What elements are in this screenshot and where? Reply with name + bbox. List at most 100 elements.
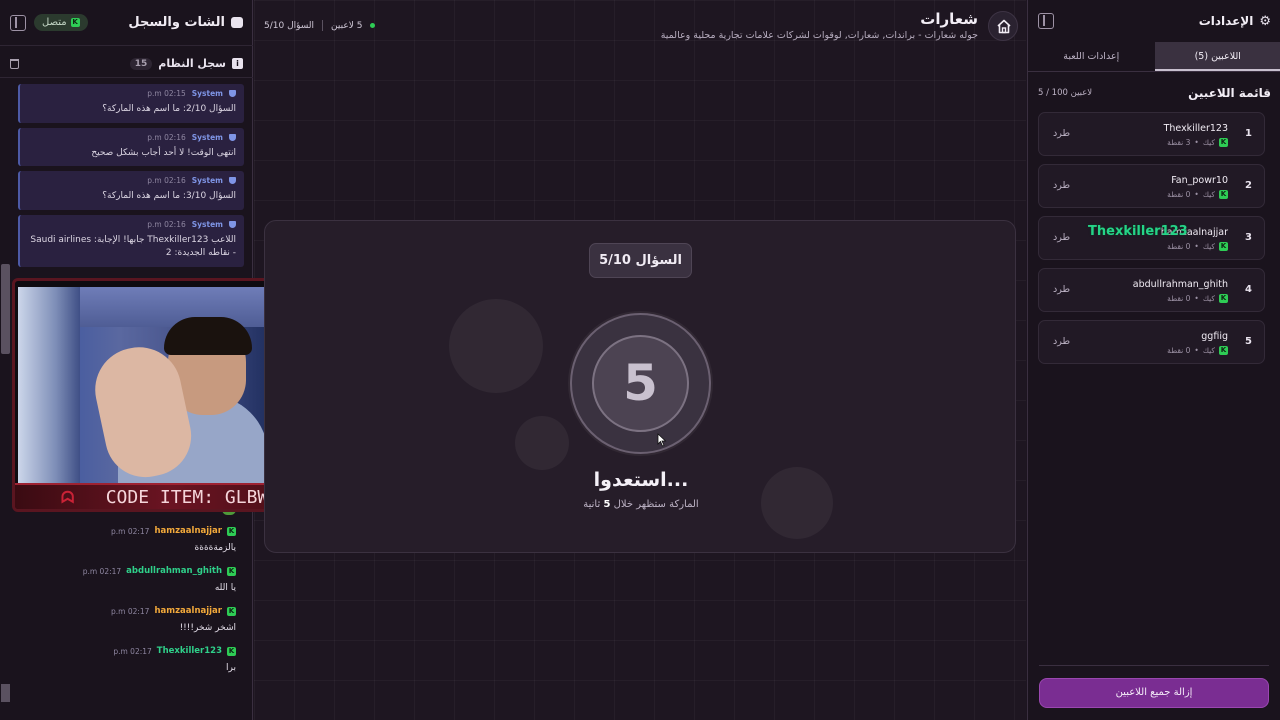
ready-subtitle: الماركة ستظهر خلال 5 ثانية <box>265 499 1015 510</box>
chat-message: Khamzaalnajjar 02:17 p.m اشخر شخر!!!! <box>18 606 244 633</box>
kick-player-button[interactable]: طرد <box>1053 232 1070 243</box>
trash-icon[interactable] <box>10 58 19 69</box>
player-platform: كيك <box>1202 138 1215 147</box>
kick-icon: K <box>1219 294 1228 303</box>
chat-header: الشات والسجل K متصل <box>0 0 253 46</box>
players-list-header: قائمة اللاعبين 5 / 100 لاعبين <box>1038 86 1271 100</box>
player-list: 1 Thexkiller123 K كيك • 3 نقطة طرد 2 Fan_po… <box>1038 112 1265 372</box>
system-log-title: سجل النظام <box>158 57 226 70</box>
chat-username[interactable]: Thexkiller123 <box>157 646 222 656</box>
chat-username[interactable]: abdullrahman_ghith <box>126 566 222 576</box>
tab-players[interactable]: اللاعبين (5) <box>1154 42 1280 71</box>
player-points: 0 نقطة <box>1167 190 1191 199</box>
chat-message-text: برا <box>226 663 236 673</box>
chat-title-text: الشات والسجل <box>128 15 225 30</box>
question-label: السؤال 5/10 <box>589 243 692 278</box>
player-rank: 4 <box>1245 284 1252 295</box>
header-stats: 5 لاعبين السؤال 5/10 <box>264 20 376 31</box>
kick-icon: K <box>1219 242 1228 251</box>
shield-icon <box>229 177 236 184</box>
kick-icon: K <box>1219 346 1228 355</box>
online-dot-icon <box>370 23 376 28</box>
kick-player-button[interactable]: طرد <box>1053 128 1070 139</box>
system-sender: System <box>191 89 223 98</box>
system-log-list: System 02:15 p.m السؤال 2/10: ما اسم هذه … <box>18 84 244 278</box>
chat-scrollbar[interactable] <box>0 84 12 702</box>
ready-title: استعدوا... <box>593 469 689 491</box>
message-time: 02:17 p.m <box>111 526 150 536</box>
system-log-bar[interactable]: i سجل النظام 15 <box>0 50 253 78</box>
info-icon: i <box>232 58 243 69</box>
mouse-cursor-icon <box>657 433 667 447</box>
chat-username[interactable]: hamzaalnajjar <box>154 606 222 616</box>
countdown-number: 5 <box>592 335 689 432</box>
player-platform: كيك <box>1202 190 1215 199</box>
message-time: 02:15 p.m <box>147 89 186 98</box>
player-row: 1 Thexkiller123 K كيك • 3 نقطة طرد <box>1038 112 1265 156</box>
system-log-text: السؤال 3/10: ما اسم هذه الماركة؟ <box>102 191 236 201</box>
home-icon <box>997 19 1011 34</box>
system-log-text: اللاعب Thexkiller123 جابها! الإجابة: Sau… <box>30 234 236 259</box>
kick-player-button[interactable]: طرد <box>1053 336 1070 347</box>
player-name: ggfiig <box>1201 331 1228 342</box>
kick-player-button[interactable]: طرد <box>1053 284 1070 295</box>
message-time: 02:17 p.m <box>82 566 122 576</box>
player-points: 0 نقطة <box>1167 346 1191 355</box>
message-time: 02:16 p.m <box>147 132 186 142</box>
player-platform: كيك <box>1202 242 1215 251</box>
player-row: 5 ggfiig K كيك • 0 نقطة طرد <box>1038 320 1265 364</box>
ready-sub-seconds: 5 <box>603 499 611 510</box>
player-meta: K كيك • 3 نقطة <box>1167 138 1228 147</box>
kick-icon: K <box>227 566 236 576</box>
question-progress: السؤال 5/10 <box>264 20 315 31</box>
kick-icon: K <box>1219 138 1228 147</box>
system-log-item: System 02:15 p.m السؤال 2/10: ما اسم هذه … <box>18 84 244 123</box>
player-rank: 5 <box>1245 336 1252 347</box>
kick-icon: K <box>227 526 236 536</box>
game-title: شعارات <box>920 10 978 28</box>
gear-icon: ⚙ <box>1259 13 1271 29</box>
chat-message: Kabdullrahman_ghith 02:17 p.m يا الله <box>18 566 244 593</box>
collapse-settings-button[interactable] <box>1038 13 1054 29</box>
chat-message-text: يالزمةةةةة <box>194 543 236 553</box>
system-log-text: السؤال 2/10: ما اسم هذه الماركة؟ <box>102 104 236 114</box>
message-time: 02:17 p.m <box>113 646 152 656</box>
kick-player-button[interactable]: طرد <box>1053 180 1070 191</box>
chat-title: الشات والسجل <box>128 15 243 30</box>
player-points: 3 نقطة <box>1167 138 1191 147</box>
system-log-item: System 02:16 p.m السؤال 3/10: ما اسم هذه … <box>18 171 244 210</box>
ready-sub-text: الماركة ستظهر خلال <box>613 499 699 510</box>
home-button[interactable] <box>988 11 1018 41</box>
floating-player-name: Thexkiller123 <box>1088 224 1188 239</box>
player-rank: 3 <box>1245 232 1252 243</box>
settings-header: ⚙ الإعدادات <box>1028 0 1280 42</box>
player-platform: كيك <box>1202 294 1215 303</box>
settings-panel: ⚙ الإعدادات اللاعبين (5) إعدادات اللعبة … <box>1027 0 1280 720</box>
player-points: 0 نقطة <box>1167 294 1191 303</box>
system-sender: System <box>191 176 223 185</box>
players-count: 5 / 100 لاعبين <box>1038 88 1093 98</box>
remove-all-players-button[interactable]: إزالة جميع اللاعبين <box>1039 678 1269 708</box>
shield-icon <box>229 90 236 97</box>
ready-sub-unit: ثانية <box>583 499 601 510</box>
player-rank: 1 <box>1245 128 1252 139</box>
message-time: 02:17 p.m <box>111 606 150 616</box>
player-name: abdullrahman_ghith <box>1132 279 1228 290</box>
player-rank: 2 <box>1245 180 1252 191</box>
settings-title: الإعدادات <box>1198 14 1254 28</box>
tab-game-settings[interactable]: إعدادات اللعبة <box>1028 42 1155 71</box>
message-time: 02:16 p.m <box>147 219 186 229</box>
countdown-timer: 5 <box>570 313 711 454</box>
scrollbar-thumb-lower[interactable] <box>1 684 10 702</box>
chat-message-text: يا الله <box>214 583 236 593</box>
divider <box>1039 665 1269 666</box>
game-header: شعارات جوله شعارات - براندات, شعارات, لو… <box>262 0 1022 48</box>
chat-username[interactable]: hamzaalnajjar <box>154 526 222 536</box>
system-log-item: System 02:16 p.m اللاعب Thexkiller123 جاب… <box>18 214 244 267</box>
system-log-text: انتهى الوقت! لا أحد أجاب بشكل صحيح <box>91 147 236 158</box>
collapse-chat-button[interactable] <box>10 14 26 31</box>
connection-status-badge: K متصل <box>34 14 88 31</box>
kick-icon: K <box>1219 190 1228 199</box>
game-subtitle: جوله شعارات - براندات, شعارات, لوقوات لش… <box>660 30 978 41</box>
scrollbar-thumb[interactable] <box>1 264 10 354</box>
